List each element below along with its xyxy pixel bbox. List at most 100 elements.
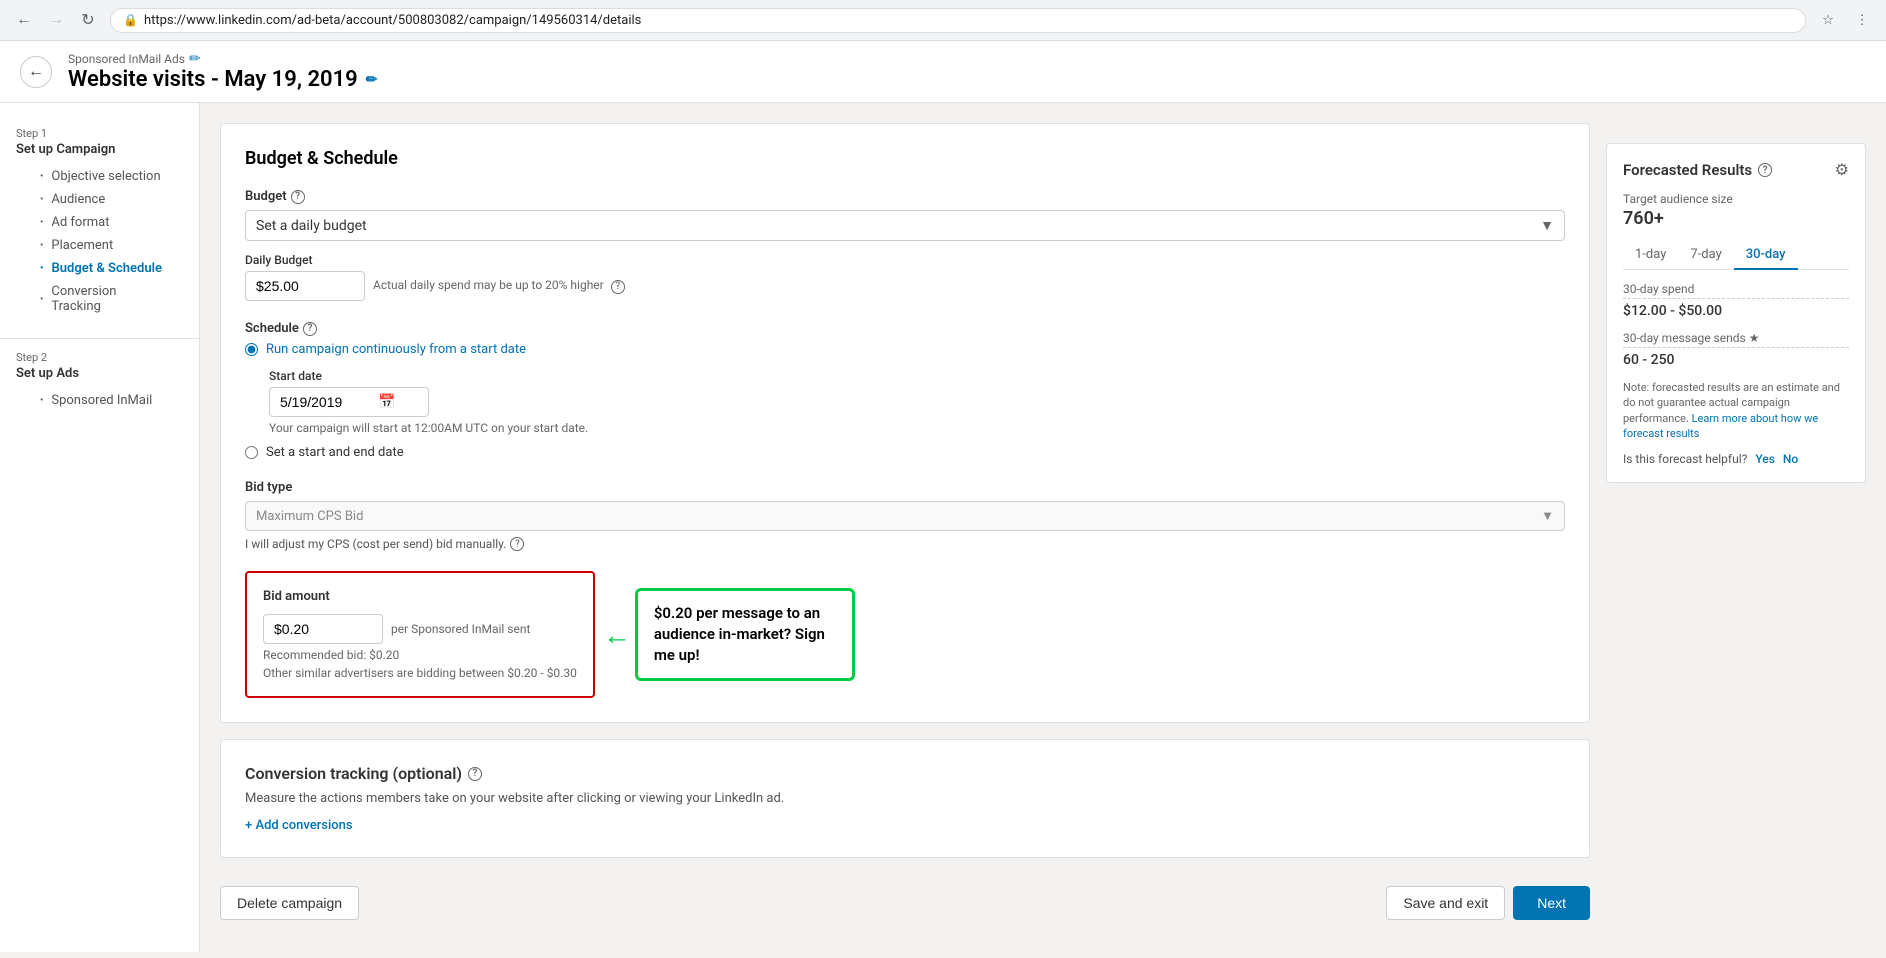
- extensions-button[interactable]: ⋮: [1848, 6, 1876, 34]
- sidebar-item-objective[interactable]: Objective selection: [16, 165, 183, 188]
- forecast-spend-value: $12.00 - $50.00: [1623, 303, 1849, 319]
- header-titles: Sponsored InMail Ads ✏ Website visits - …: [68, 51, 377, 92]
- header-back-button[interactable]: ←: [20, 56, 52, 88]
- forecast-tabs: 1-day 7-day 30-day: [1623, 241, 1849, 270]
- forecast-spend-label: 30-day spend: [1623, 282, 1849, 299]
- forecast-sends-value: 60 - 250: [1623, 352, 1849, 368]
- radio-start-end[interactable]: Set a start and end date: [245, 445, 1565, 460]
- bid-amount-suffix: per Sponsored InMail sent: [391, 622, 530, 636]
- callout-box: $0.20 per message to an audience in-mark…: [635, 588, 855, 681]
- url-text: https://www.linkedin.com/ad-beta/account…: [144, 13, 641, 28]
- sidebar-item-placement[interactable]: Placement: [16, 234, 183, 257]
- budget-section: Budget ? Set a daily budget ▼ Daily Budg…: [245, 189, 1565, 301]
- right-footer-buttons: Save and exit Next: [1386, 886, 1590, 920]
- bid-type-section: Bid type Maximum CPS Bid ▼ I will adjust…: [245, 480, 1565, 551]
- subtitle-edit-icon[interactable]: ✏: [189, 51, 201, 67]
- bid-similar: Other similar advertisers are bidding be…: [263, 666, 577, 680]
- manual-bid-note: I will adjust my CPS (cost per send) bid…: [245, 537, 1565, 551]
- back-button[interactable]: ←: [10, 6, 38, 34]
- radio-start-end-input[interactable]: [245, 446, 258, 459]
- header-subtitle: Sponsored InMail Ads ✏: [68, 51, 377, 67]
- radio-continuous-input[interactable]: [245, 343, 258, 356]
- browser-actions: ☆ ⋮: [1814, 6, 1876, 34]
- manual-bid-help-icon[interactable]: ?: [510, 537, 524, 551]
- sidebar-item-budget[interactable]: Budget & Schedule: [16, 257, 183, 280]
- sidebar-item-audience[interactable]: Audience: [16, 188, 183, 211]
- page-body: Step 1 Set up Campaign Objective selecti…: [0, 103, 1886, 952]
- forecast-tab-30day[interactable]: 30-day: [1734, 241, 1798, 270]
- forecast-no-button[interactable]: No: [1783, 452, 1798, 466]
- card-title: Budget & Schedule: [245, 148, 1565, 169]
- step1-title: Set up Campaign: [16, 142, 183, 157]
- forecast-sends-label: 30-day message sends ★: [1623, 331, 1849, 348]
- sends-star-icon: ★: [1749, 331, 1760, 345]
- forecast-header: Forecasted Results ? ⚙: [1623, 160, 1849, 180]
- budget-schedule-card: Budget & Schedule Budget ? Set a daily b…: [220, 123, 1590, 723]
- forecast-help-icon[interactable]: ?: [1758, 163, 1772, 177]
- conversion-description: Measure the actions members take on your…: [245, 791, 1565, 806]
- bid-amount-input[interactable]: [263, 614, 383, 644]
- lock-icon: 🔒: [123, 13, 138, 27]
- conversion-help-icon[interactable]: ?: [468, 767, 482, 781]
- browser-nav-buttons: ← → ↻: [10, 6, 102, 34]
- schedule-section: Schedule ? Run campaign continuously fro…: [245, 321, 1565, 460]
- target-audience-value: 760+: [1623, 208, 1849, 229]
- step2-title: Set up Ads: [16, 366, 183, 381]
- start-date-label: Start date: [269, 369, 1565, 383]
- sidebar-divider: [0, 338, 199, 339]
- center-column: Budget & Schedule Budget ? Set a daily b…: [220, 123, 1590, 932]
- schedule-help-icon[interactable]: ?: [303, 322, 317, 336]
- forecast-tab-7day[interactable]: 7-day: [1678, 241, 1733, 270]
- bid-section-wrapper: Bid amount per Sponsored InMail sent Rec…: [245, 571, 1565, 698]
- bid-type-dropdown[interactable]: Maximum CPS Bid ▼: [245, 501, 1565, 531]
- bid-inner: Bid amount per Sponsored InMail sent Rec…: [263, 589, 577, 680]
- daily-budget-input[interactable]: [245, 271, 365, 301]
- daily-budget-hint: Actual daily spend may be up to 20% high…: [373, 278, 625, 294]
- conversion-tracking-card: Conversion tracking (optional) ? Measure…: [220, 739, 1590, 858]
- sidebar-item-conversion[interactable]: Conversion Tracking: [16, 280, 183, 318]
- schedule-label: Schedule ?: [245, 321, 1565, 336]
- forecast-tab-1day[interactable]: 1-day: [1623, 241, 1678, 270]
- bid-type-chevron: ▼: [1541, 508, 1554, 524]
- sidebar-item-ad-format[interactable]: Ad format: [16, 211, 183, 234]
- calendar-icon[interactable]: 📅: [378, 394, 395, 410]
- budget-dropdown-chevron: ▼: [1540, 217, 1554, 234]
- next-button[interactable]: Next: [1513, 886, 1590, 920]
- callout-arrow-icon: ←: [603, 618, 631, 651]
- address-bar[interactable]: 🔒 https://www.linkedin.com/ad-beta/accou…: [110, 8, 1806, 33]
- start-date-hint: Your campaign will start at 12:00AM UTC …: [269, 421, 1565, 435]
- footer-bar: Delete campaign Save and exit Next: [220, 874, 1590, 932]
- forecast-sends-metric: 30-day message sends ★ 60 - 250: [1623, 331, 1849, 368]
- bid-amount-label: Bid amount: [263, 589, 577, 604]
- budget-label: Budget ?: [245, 189, 1565, 204]
- forecast-title: Forecasted Results ?: [1623, 161, 1772, 179]
- add-conversions-link[interactable]: + Add conversions: [245, 818, 1565, 833]
- budget-help-icon[interactable]: ?: [291, 190, 305, 204]
- reload-button[interactable]: ↻: [74, 6, 102, 34]
- budget-dropdown[interactable]: Set a daily budget ▼: [245, 210, 1565, 241]
- conversion-title: Conversion tracking (optional) ?: [245, 764, 1565, 783]
- delete-campaign-button[interactable]: Delete campaign: [220, 886, 359, 920]
- step2-label: Step 2: [16, 351, 183, 364]
- step1-label: Step 1: [16, 127, 183, 140]
- start-date-input-wrap[interactable]: 📅: [269, 387, 429, 417]
- center-and-right: Budget & Schedule Budget ? Set a daily b…: [200, 103, 1886, 952]
- bookmark-button[interactable]: ☆: [1814, 6, 1842, 34]
- bid-type-label: Bid type: [245, 480, 1565, 495]
- start-date-input[interactable]: [280, 394, 370, 410]
- sidebar-step1: Step 1 Set up Campaign Objective selecti…: [0, 123, 199, 330]
- budget-hint-help-icon[interactable]: ?: [611, 280, 625, 294]
- callout-wrapper: ← $0.20 per message to an audience in-ma…: [635, 588, 855, 681]
- sidebar-step2: Step 2 Set up Ads Sponsored InMail: [0, 347, 199, 424]
- forward-button[interactable]: →: [42, 6, 70, 34]
- title-edit-icon[interactable]: ✏: [366, 72, 378, 88]
- sidebar-item-sponsored-inmail[interactable]: Sponsored InMail: [16, 389, 183, 412]
- forecast-yes-button[interactable]: Yes: [1755, 452, 1775, 466]
- radio-continuous[interactable]: Run campaign continuously from a start d…: [245, 342, 1565, 357]
- daily-budget-label: Daily Budget: [245, 253, 1565, 267]
- bid-amount-row: per Sponsored InMail sent: [263, 614, 577, 644]
- forecast-settings-button[interactable]: ⚙: [1835, 160, 1849, 180]
- target-audience-label: Target audience size: [1623, 192, 1849, 206]
- bid-recommended: Recommended bid: $0.20: [263, 648, 577, 662]
- save-exit-button[interactable]: Save and exit: [1386, 886, 1505, 920]
